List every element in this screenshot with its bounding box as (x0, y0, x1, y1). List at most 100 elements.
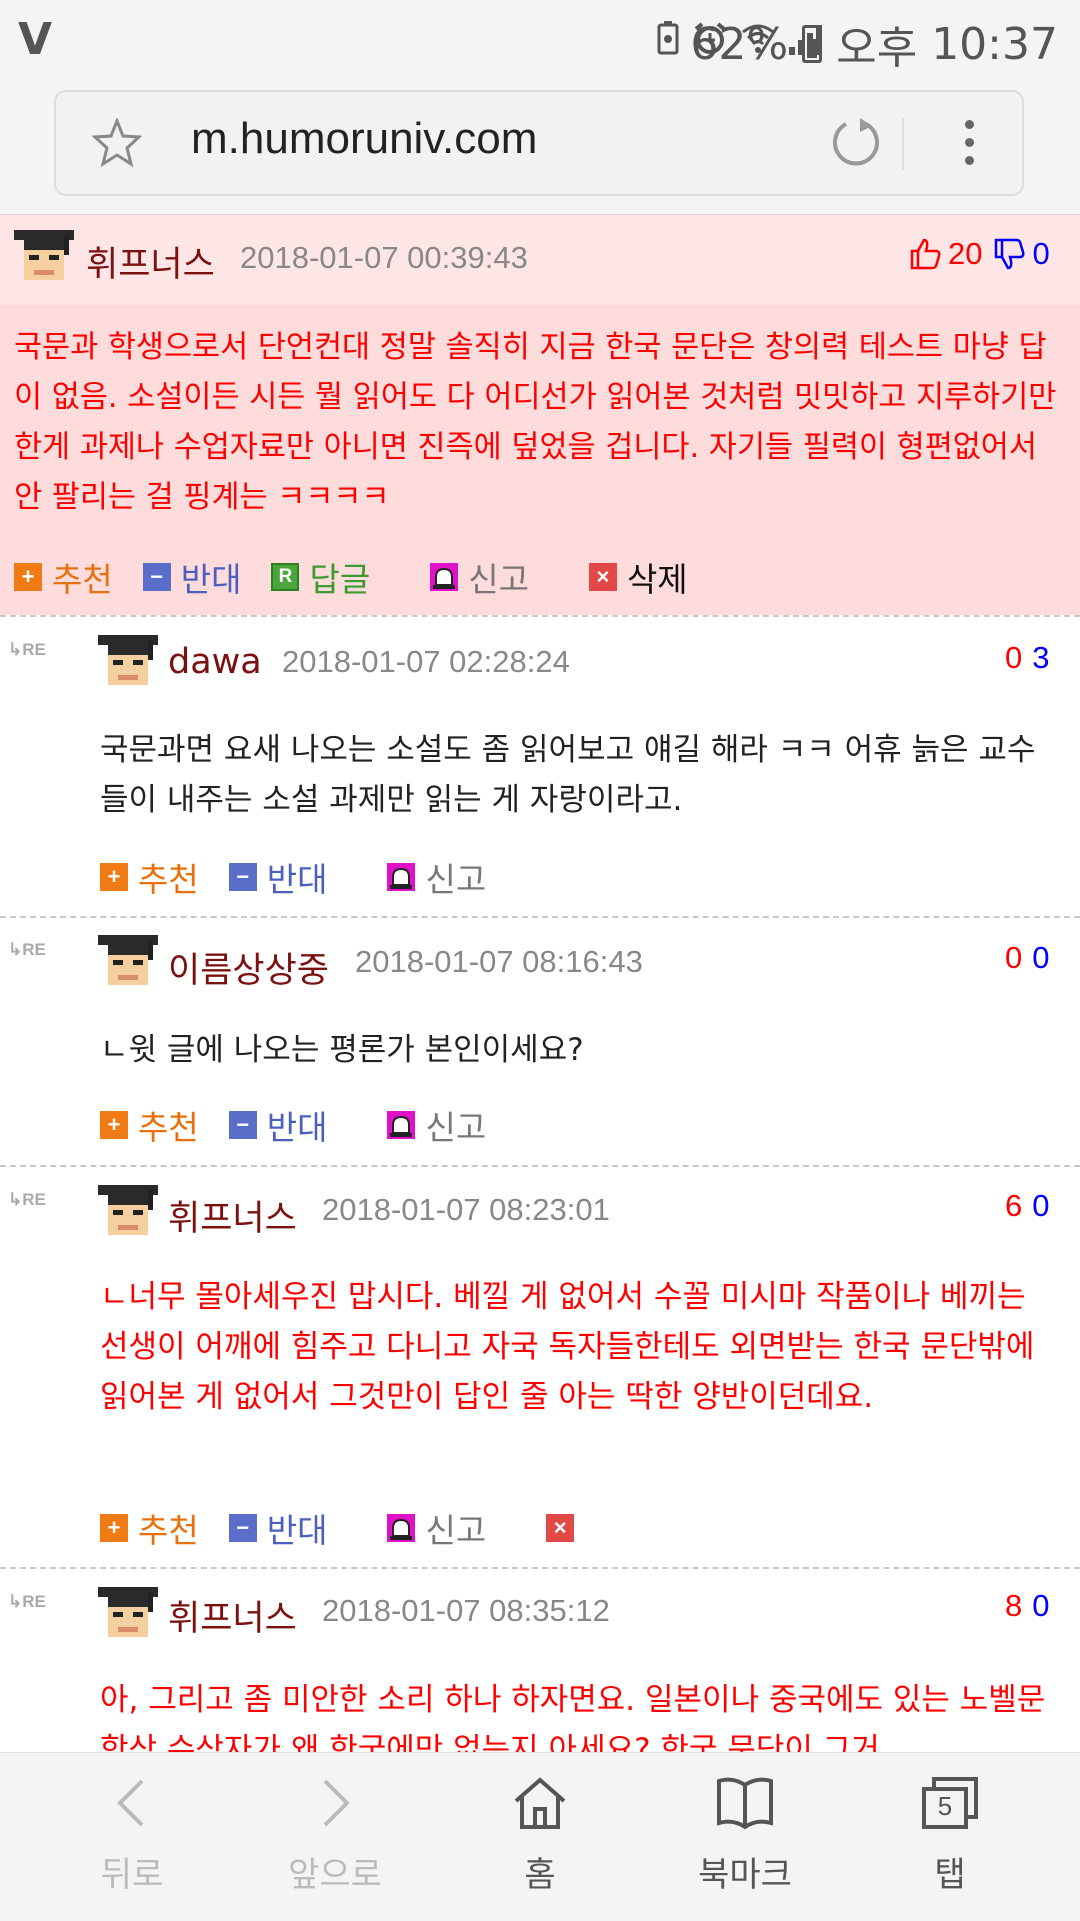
siren-icon (387, 1514, 416, 1542)
siren-icon (387, 1111, 416, 1139)
oppose-button[interactable]: − 반대 (228, 1504, 327, 1552)
reply-arrow-icon: ↳RE (8, 940, 46, 959)
browser-toolbar: m.humoruniv.com (0, 76, 1080, 215)
siren-icon (387, 863, 416, 891)
avatar (98, 1587, 158, 1637)
downvote-count: 0 (1032, 236, 1050, 271)
tabs-icon: 5 (920, 1775, 980, 1831)
comment-date: 2018-01-07 08:16:43 (355, 944, 643, 979)
comment-date: 2018-01-07 08:23:01 (322, 1192, 610, 1227)
plus-icon: + (100, 863, 128, 891)
comment-actions: + 추천 − 반대 R 답글 신고 × 삭제 (14, 557, 718, 599)
reply-arrow-icon: ↳RE (8, 640, 46, 659)
home-icon (514, 1777, 566, 1829)
downvote-count: 0 (1032, 1588, 1050, 1623)
carrier-logo-icon: V (18, 14, 52, 65)
oppose-button[interactable]: − 반대 (228, 853, 327, 901)
battery-icon (802, 25, 823, 63)
avatar (98, 935, 158, 985)
comment-date: 2018-01-07 08:35:12 (322, 1593, 610, 1628)
downvote-count: 3 (1032, 640, 1050, 675)
siren-icon (430, 563, 459, 591)
minus-icon: − (228, 863, 257, 891)
comment-text: ㄴ윗 글에 나오는 평론가 본인이세요? (100, 1032, 584, 1068)
comment-actions: + 추천 − 반대 신고 (100, 857, 516, 899)
reply-button[interactable]: R 답글 (271, 553, 370, 601)
recommend-button[interactable]: + 추천 (14, 553, 113, 601)
comment-actions: + 추천 − 반대 신고 × (100, 1508, 614, 1550)
comment-author[interactable]: 휘프너스 (168, 1590, 297, 1641)
url-text[interactable]: m.humoruniv.com (191, 114, 537, 164)
tabs-button[interactable]: 5 탭 (870, 1775, 1030, 1896)
book-icon (717, 1777, 773, 1830)
bottom-navigation: 뒤로 앞으로 홈 북마크 5 탭 (0, 1752, 1080, 1921)
avatar (14, 230, 74, 280)
battery-percent: 62% (690, 18, 789, 70)
upvote-count: 8 (1005, 1588, 1023, 1623)
comment-author[interactable]: 휘프너스 (168, 1190, 297, 1241)
plus-icon: + (14, 563, 42, 591)
star-bookmark-icon[interactable] (92, 118, 142, 168)
tab-count: 5 (937, 1791, 953, 1821)
delete-x-icon: × (588, 563, 617, 591)
vote-counts: 00 (1005, 940, 1050, 976)
vote-counts: 03 (1005, 640, 1050, 676)
more-menu-icon[interactable] (965, 120, 974, 165)
downvote-count: 0 (1032, 940, 1050, 975)
upvote-count: 20 (948, 236, 983, 271)
bookmark-button[interactable]: 북마크 (665, 1775, 825, 1896)
upvote-count: 6 (1005, 1188, 1023, 1223)
reply-arrow-icon: ↳RE (8, 1592, 46, 1611)
delete-button[interactable]: × (546, 1514, 584, 1542)
home-button[interactable]: 홈 (460, 1775, 620, 1896)
plus-icon: + (100, 1514, 128, 1542)
plus-icon: + (100, 1111, 128, 1139)
chevron-left-icon (117, 1779, 144, 1827)
upvote-count: 0 (1005, 940, 1023, 975)
time-ampm: 오후 (836, 23, 918, 74)
report-button[interactable]: 신고 (387, 1504, 486, 1552)
recycle-battery-icon (657, 21, 679, 55)
comment-actions: + 추천 − 반대 신고 (100, 1105, 516, 1147)
recommend-button[interactable]: + 추천 (100, 1101, 199, 1149)
thumbs-down-icon[interactable] (992, 237, 1026, 271)
thumbs-up-icon[interactable] (908, 237, 942, 271)
delete-button[interactable]: × 삭제 (588, 553, 688, 601)
report-button[interactable]: 신고 (387, 1101, 486, 1149)
vote-counts: 20 0 (908, 236, 1050, 272)
minus-icon: − (142, 563, 171, 591)
oppose-button[interactable]: − 반대 (142, 553, 241, 601)
chevron-right-icon (323, 1779, 350, 1827)
reply-arrow-icon: ↳RE (8, 1190, 46, 1209)
comment-text: ㄴ너무 몰아세우진 맙시다. 베낄 게 없어서 수꼴 미시마 작품이나 베끼는 … (100, 1279, 1035, 1415)
recommend-button[interactable]: + 추천 (100, 1504, 199, 1552)
delete-x-icon: × (546, 1514, 575, 1542)
recommend-button[interactable]: + 추천 (100, 853, 199, 901)
report-button[interactable]: 신고 (430, 553, 529, 601)
oppose-button[interactable]: − 반대 (228, 1101, 327, 1149)
minus-icon: − (228, 1514, 257, 1542)
comment-author[interactable]: dawa (168, 642, 262, 682)
minus-icon: − (228, 1111, 257, 1139)
downvote-count: 0 (1032, 1188, 1050, 1223)
comment-author[interactable]: 휘프너스 (86, 236, 215, 287)
vote-counts: 80 (1005, 1588, 1050, 1624)
report-button[interactable]: 신고 (387, 853, 486, 901)
comment-text: 국문과 학생으로서 단언컨대 정말 솔직히 지금 한국 문단은 창의력 테스트 … (14, 330, 1057, 515)
comment-text: 아, 그리고 좀 미안한 소리 하나 하자면요. 일본이나 중국에도 있는 노벨… (100, 1682, 1046, 1752)
address-bar[interactable]: m.humoruniv.com (54, 90, 1024, 196)
comment-text: 국문과면 요새 나오는 소설도 좀 읽어보고 얘길 해라 ㅋㅋ 어휴 늙은 교수… (100, 732, 1036, 818)
upvote-count: 0 (1005, 640, 1023, 675)
vote-counts: 60 (1005, 1188, 1050, 1224)
avatar (98, 635, 158, 685)
comment-date: 2018-01-07 02:28:24 (282, 644, 570, 679)
time: 10:37 (931, 18, 1058, 70)
forward-button[interactable]: 앞으로 (255, 1775, 415, 1896)
comment-date: 2018-01-07 00:39:43 (240, 240, 528, 275)
reply-icon: R (271, 563, 300, 591)
comment-author[interactable]: 이름상상중 (168, 942, 329, 993)
status-bar: V 62% 오후 10:37 (0, 0, 1080, 76)
refresh-icon[interactable] (830, 116, 882, 168)
back-button[interactable]: 뒤로 (52, 1775, 212, 1896)
avatar (98, 1185, 158, 1235)
